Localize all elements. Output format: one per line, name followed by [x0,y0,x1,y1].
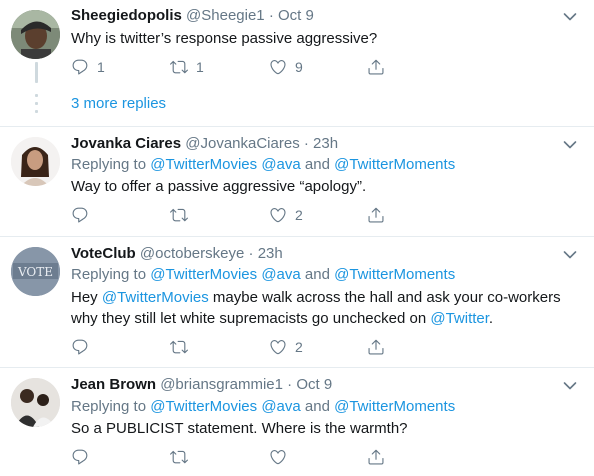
share-icon [367,58,385,76]
reply-button[interactable]: 1 [71,57,105,77]
timestamp[interactable]: 23h [313,135,338,152]
reply-icon [71,58,89,76]
separator: · [299,135,314,152]
like-button[interactable]: 2 [269,205,303,225]
mention-link[interactable]: @Twitter [430,310,489,327]
like-icon [269,338,287,356]
more-replies-link[interactable]: 3 more replies [71,94,166,114]
chevron-down-icon[interactable] [563,12,577,22]
retweet-icon [170,448,188,466]
tweet-text: So a PUBLICIST statement. Where is the w… [71,420,408,437]
tweet-header: Jovanka Ciares @JovankaCiares · 23h [71,134,338,154]
retweet-button[interactable]: 1 [170,57,204,77]
retweet-button[interactable] [170,447,188,467]
replying-to: Replying to @TwitterMovies @ava and @Twi… [71,266,456,283]
tweet-header: Sheegiedopolis @Sheegie1 · Oct 9 [71,6,314,26]
handle[interactable]: @octoberskeye [140,245,244,262]
retweet-icon [170,58,188,76]
avatar[interactable] [11,378,60,427]
tweet-text-line: Hey @TwitterMovies maybe walk across the… [71,289,561,306]
share-icon [367,206,385,224]
chevron-down-icon[interactable] [563,250,577,260]
thread-dots [35,94,38,118]
avatar[interactable] [11,10,60,59]
avatar-text: VOTE [17,265,53,279]
handle[interactable]: @briansgrammie1 [160,376,283,393]
share-button[interactable] [367,447,385,467]
reply-icon [71,338,89,356]
share-button[interactable] [367,337,385,357]
mention-link[interactable]: @TwitterMovies [150,266,257,283]
reply-button[interactable] [71,337,89,357]
mention-link[interactable]: @TwitterMoments [334,398,455,415]
replying-to: Replying to @TwitterMovies @ava and @Twi… [71,156,456,173]
chevron-down-icon[interactable] [563,381,577,391]
tweet[interactable]: Jean Brown @briansgrammie1 · Oct 9 Reply… [0,368,594,476]
like-icon [269,448,287,466]
tweet-header: Jean Brown @briansgrammie1 · Oct 9 [71,375,332,395]
retweet-button[interactable] [170,337,188,357]
display-name[interactable]: VoteClub [71,245,136,262]
tweet[interactable]: VOTE VoteClub @octoberskeye · 23h Replyi… [0,237,594,367]
display-name[interactable]: Sheegiedopolis [71,7,182,24]
share-icon [367,448,385,466]
share-button[interactable] [367,205,385,225]
mention-link[interactable]: @TwitterMoments [334,266,455,283]
reply-button[interactable] [71,447,89,467]
reply-count: 1 [97,59,105,75]
separator: · [264,7,278,24]
share-icon [367,338,385,356]
chevron-down-icon[interactable] [563,140,577,150]
tweet-actions [71,447,391,467]
like-icon [269,58,287,76]
separator: · [282,376,297,393]
tweet-actions: 1 1 9 [71,57,391,77]
tweet-header: VoteClub @octoberskeye · 23h [71,244,283,264]
mention-link[interactable]: @TwitterMovies [102,289,209,306]
handle[interactable]: @JovankaCiares [185,135,299,152]
tweet-text-line: why they still let white supremacists go… [71,310,494,327]
tweet-text: Way to offer a passive aggressive “apolo… [71,178,367,195]
mention-link[interactable]: @ava [261,266,300,283]
tweet-actions: 2 [71,337,391,357]
timestamp[interactable]: 23h [258,245,283,262]
like-count: 9 [295,59,303,75]
display-name[interactable]: Jovanka Ciares [71,135,181,152]
share-button[interactable] [367,57,385,77]
mention-link[interactable]: @TwitterMovies [150,398,257,415]
retweet-count: 1 [196,59,204,75]
avatar[interactable] [11,137,60,186]
tweet-actions: 2 [71,205,391,225]
handle[interactable]: @Sheegie1 [186,7,265,24]
tweet[interactable]: Sheegiedopolis @Sheegie1 · Oct 9 Why is … [0,0,594,126]
mention-link[interactable]: @ava [261,156,300,173]
retweet-button[interactable] [170,205,188,225]
timestamp[interactable]: Oct 9 [278,7,314,24]
like-button[interactable]: 9 [269,57,303,77]
mention-link[interactable]: @TwitterMoments [334,156,455,173]
retweet-icon [170,338,188,356]
separator: · [244,245,258,262]
reply-icon [71,206,89,224]
like-button[interactable]: 2 [269,337,303,357]
like-count: 2 [295,339,303,355]
display-name[interactable]: Jean Brown [71,376,156,393]
like-icon [269,206,287,224]
tweet[interactable]: Jovanka Ciares @JovankaCiares · 23h Repl… [0,127,594,237]
tweet-text: Why is twitter’s response passive aggres… [71,30,378,47]
thread-line [35,62,38,83]
like-count: 2 [295,207,303,223]
mention-link[interactable]: @TwitterMovies [150,156,257,173]
retweet-icon [170,206,188,224]
reply-icon [71,448,89,466]
like-button[interactable] [269,447,287,467]
replying-to: Replying to @TwitterMovies @ava and @Twi… [71,398,456,415]
mention-link[interactable]: @ava [261,398,300,415]
timestamp[interactable]: Oct 9 [296,376,332,393]
avatar[interactable]: VOTE [11,247,60,296]
reply-button[interactable] [71,205,89,225]
